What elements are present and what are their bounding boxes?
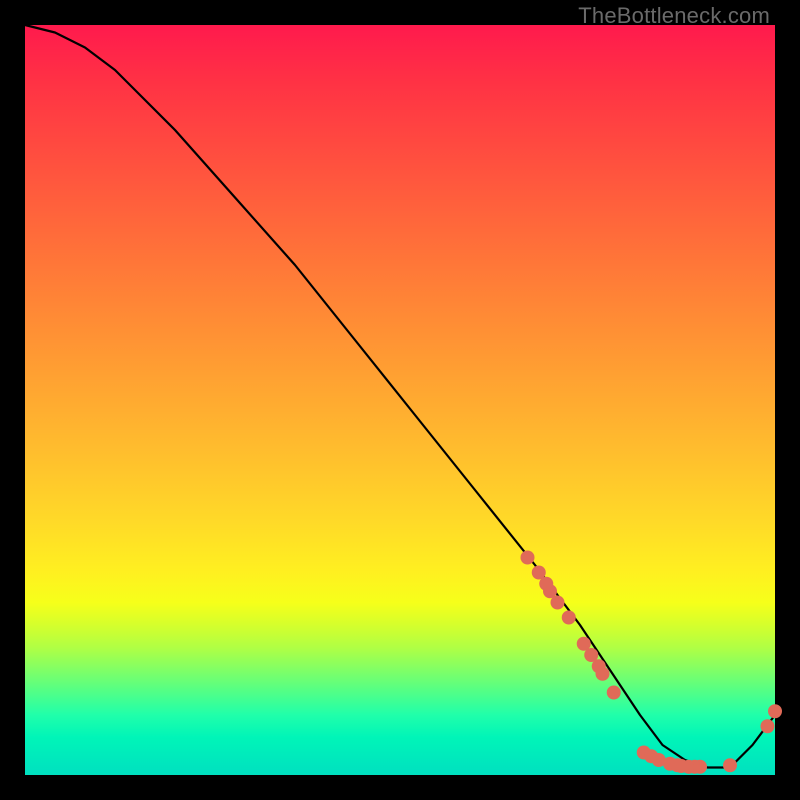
data-marker (761, 719, 775, 733)
bottleneck-curve (25, 25, 775, 768)
data-marker (596, 667, 610, 681)
data-markers (521, 551, 783, 774)
data-marker (607, 686, 621, 700)
watermark-text: TheBottleneck.com (578, 3, 770, 29)
data-marker (551, 596, 565, 610)
data-marker (521, 551, 535, 565)
data-marker (693, 760, 707, 774)
data-marker (562, 611, 576, 625)
data-marker (768, 704, 782, 718)
chart-overlay (25, 25, 775, 775)
data-marker (723, 758, 737, 772)
